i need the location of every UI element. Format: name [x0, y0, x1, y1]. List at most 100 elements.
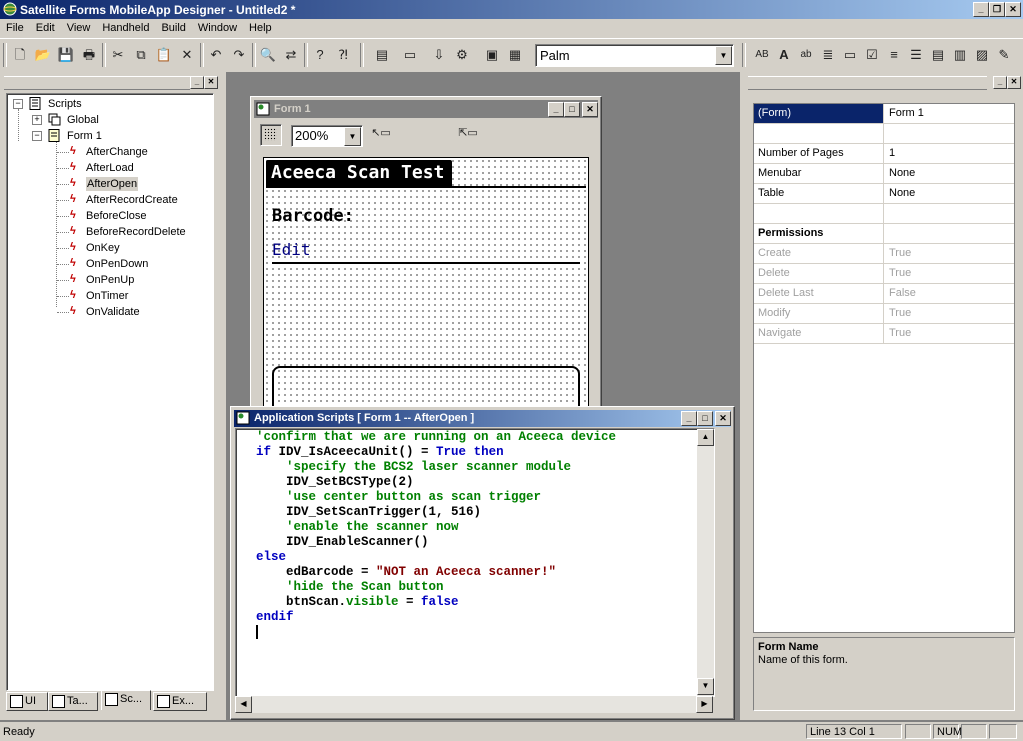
script-minimize-button[interactable]: _ — [681, 411, 697, 426]
tree-item-event[interactable]: OnPenUp — [86, 273, 134, 287]
align-icon[interactable]: ⇱▭ — [458, 123, 478, 143]
help-icon[interactable]: ? — [310, 45, 330, 65]
paragraph-icon[interactable]: ≣ — [818, 45, 838, 65]
tab-ui[interactable]: UI — [6, 692, 48, 711]
tree-item-global[interactable]: Global — [67, 113, 99, 127]
tree-item-form[interactable]: Form 1 — [67, 129, 102, 143]
barcode-label[interactable]: Barcode: — [272, 206, 354, 226]
property-row[interactable]: (Form) Form 1 — [754, 104, 1014, 124]
property-value[interactable]: True — [885, 244, 1014, 263]
grid-toggle-icon[interactable] — [260, 124, 282, 146]
tree-item-event[interactable]: AfterRecordCreate — [86, 193, 178, 207]
menu-handheld[interactable]: Handheld — [96, 19, 155, 34]
menu-edit[interactable]: Edit — [30, 19, 61, 34]
tree-item-event[interactable]: AfterOpen — [86, 177, 139, 191]
property-value[interactable]: True — [885, 304, 1014, 323]
tree-item-event[interactable]: AfterLoad — [86, 161, 134, 175]
vertical-scrollbar[interactable]: ▲ ▼ — [697, 429, 714, 696]
find-icon[interactable]: 🔍 — [258, 45, 278, 65]
grid-control-icon[interactable]: ▥ — [950, 45, 970, 65]
form-maximize-button[interactable]: □ — [564, 102, 580, 117]
property-value[interactable]: None — [885, 164, 1014, 183]
tab-scripts[interactable]: Sc... — [101, 690, 151, 710]
list-control-icon[interactable]: ☰ — [906, 45, 926, 65]
property-row[interactable]: Create True — [754, 244, 1014, 264]
restore-button[interactable]: ❐ — [989, 2, 1005, 17]
property-row[interactable]: Number of Pages 1 — [754, 144, 1014, 164]
paste-icon[interactable]: 📋 — [154, 45, 174, 65]
property-row[interactable]: Permissions — [754, 224, 1014, 244]
expand-icon[interactable]: + — [32, 115, 42, 125]
property-row[interactable]: Menubar None — [754, 164, 1014, 184]
tab-tables[interactable]: Ta... — [48, 692, 98, 711]
property-row[interactable] — [754, 124, 1014, 144]
zoom-select[interactable]: 200% ▼ — [291, 125, 363, 147]
form-icon[interactable]: ▭ — [400, 45, 420, 65]
image-control-icon[interactable]: ▨ — [972, 45, 992, 65]
menu-help[interactable]: Help — [243, 19, 278, 34]
horizontal-scrollbar[interactable]: ◀ ▶ — [235, 696, 713, 713]
code-editor[interactable]: 'confirm that we are running on an Aceec… — [235, 428, 715, 697]
open-folder-icon[interactable]: 📂 — [33, 45, 53, 65]
script-close-button[interactable]: ✕ — [715, 411, 731, 426]
property-value[interactable]: True — [885, 324, 1014, 343]
chevron-down-icon[interactable]: ▼ — [715, 46, 732, 65]
find-replace-icon[interactable]: ⇄ — [281, 45, 301, 65]
new-file-icon[interactable]: 🗋 — [10, 45, 30, 65]
property-row[interactable]: Table None — [754, 184, 1014, 204]
property-value[interactable]: None — [885, 184, 1014, 203]
device-icon[interactable]: ▣ — [482, 45, 502, 65]
tree-item-event[interactable]: OnKey — [86, 241, 120, 255]
tree-item-event[interactable]: OnPenDown — [86, 257, 148, 271]
cut-icon[interactable]: ✂ — [108, 45, 128, 65]
property-row[interactable]: Delete True — [754, 264, 1014, 284]
tab-extensions[interactable]: Ex... — [153, 692, 207, 711]
radio-control-icon[interactable]: ≡ — [884, 45, 904, 65]
menu-build[interactable]: Build — [155, 19, 191, 34]
menu-file[interactable]: File — [0, 19, 30, 34]
form-minimize-button[interactable]: _ — [548, 102, 564, 117]
close-button[interactable]: ✕ — [1005, 2, 1021, 17]
property-row[interactable]: Modify True — [754, 304, 1014, 324]
property-value[interactable]: False — [885, 284, 1014, 303]
download-icon[interactable]: ⇩ — [429, 45, 449, 65]
platform-select[interactable]: Palm ▼ — [535, 44, 734, 67]
tree-item-event[interactable]: OnValidate — [86, 305, 140, 319]
ink-control-icon[interactable]: ✎ — [994, 45, 1014, 65]
copy-icon[interactable]: ⧉ — [131, 45, 151, 65]
print-icon[interactable]: 🖶 — [79, 45, 99, 65]
minimize-button[interactable]: _ — [973, 2, 989, 17]
panel-close-button[interactable]: ✕ — [1007, 76, 1021, 89]
script-code[interactable]: 'confirm that we are running on an Aceec… — [256, 430, 616, 625]
collapse-icon[interactable]: − — [13, 99, 23, 109]
build-icon[interactable]: ⚙ — [452, 45, 472, 65]
tree-item-event[interactable]: AfterChange — [86, 145, 148, 159]
delete-icon[interactable]: ✕ — [177, 45, 197, 65]
label-control-icon[interactable]: AB — [752, 45, 772, 65]
tree-item-event[interactable]: BeforeRecordDelete — [86, 225, 186, 239]
panel-minimize-button[interactable]: _ — [190, 76, 204, 89]
property-value[interactable] — [885, 204, 1014, 223]
menu-window[interactable]: Window — [192, 19, 243, 34]
scroll-down-icon[interactable]: ▼ — [697, 678, 714, 695]
button-control-icon[interactable]: ▭ — [840, 45, 860, 65]
panel-close-button[interactable]: ✕ — [204, 76, 218, 89]
context-help-icon[interactable]: ⁈ — [333, 45, 353, 65]
checkbox-control-icon[interactable]: ☑ — [862, 45, 882, 65]
property-row[interactable]: Delete Last False — [754, 284, 1014, 304]
tree-item-scripts[interactable]: Scripts — [48, 97, 82, 111]
property-value[interactable]: 1 — [885, 144, 1014, 163]
scroll-left-icon[interactable]: ◀ — [235, 696, 252, 713]
table-control-icon[interactable]: ▤ — [928, 45, 948, 65]
snap-left-icon[interactable]: ↖▭ — [371, 123, 391, 143]
text-control-icon[interactable]: A — [774, 45, 794, 65]
form-close-button[interactable]: ✕ — [582, 102, 598, 117]
script-maximize-button[interactable]: □ — [697, 411, 713, 426]
panel-minimize-button[interactable]: _ — [993, 76, 1007, 89]
property-value[interactable] — [885, 124, 1014, 143]
tree-item-event[interactable]: OnTimer — [86, 289, 128, 303]
property-row[interactable] — [754, 204, 1014, 224]
edit-control-icon[interactable]: ab — [796, 45, 816, 65]
property-value[interactable] — [885, 224, 1014, 243]
undo-icon[interactable]: ↶ — [206, 45, 226, 65]
